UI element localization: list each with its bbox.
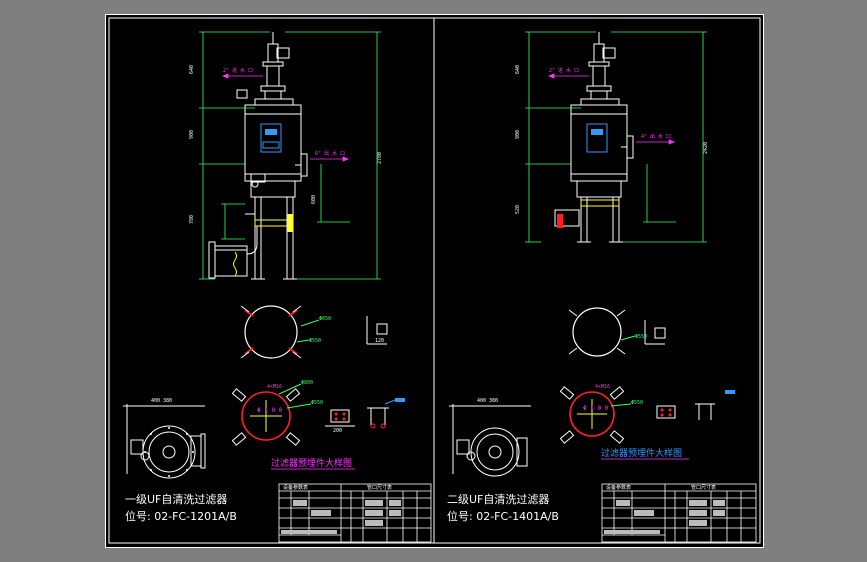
svg-text:2" 进 水 口: 2" 进 水 口 xyxy=(549,67,579,74)
right-tb-header-left: 设备参数表 xyxy=(606,484,631,491)
right-flange-plan: 400 380 xyxy=(449,398,531,477)
left-tb-header-right: 管口尺寸表 xyxy=(367,484,392,491)
svg-text:780: 780 xyxy=(189,215,195,224)
svg-text:Φ650: Φ650 xyxy=(319,316,331,322)
svg-text:Φ 1 0 0: Φ 1 0 0 xyxy=(583,405,609,412)
right-tag-number: 位号: 02-FC-1401A/B xyxy=(447,509,559,523)
svg-text:Φ800: Φ800 xyxy=(301,380,313,386)
right-elevation-view: 640 900 520 2420 2" 进 水 口 4" 出 水 口 xyxy=(515,31,709,243)
right-anchor-plan-a: Φ550 xyxy=(568,307,666,357)
right-detail-caption: 过滤器预埋件大样图 xyxy=(601,447,682,459)
right-title: 二级UF自清洗过滤器 xyxy=(447,493,549,506)
right-title-block-fill xyxy=(604,500,725,534)
svg-text:2420: 2420 xyxy=(703,142,709,154)
svg-text:Φ 1 0 0: Φ 1 0 0 xyxy=(257,407,283,414)
svg-text:900: 900 xyxy=(189,130,195,139)
svg-text:400 380: 400 380 xyxy=(151,398,172,404)
svg-text:400 380: 400 380 xyxy=(477,398,498,404)
svg-text:2" 进 水 口: 2" 进 水 口 xyxy=(223,67,253,74)
svg-text:200: 200 xyxy=(333,428,342,434)
drawing-sheet: 640 900 780 2780 600 2" 进 水 口 6" 出 水 口 Φ… xyxy=(105,14,764,548)
svg-text:640: 640 xyxy=(515,65,521,74)
svg-text:Φ550: Φ550 xyxy=(311,400,323,406)
svg-text:900: 900 xyxy=(515,130,521,139)
left-anchor-plan-b: Φ 1 0 0 4×M16 Φ800 Φ550 200 xyxy=(231,380,405,446)
right-tb-header-right: 管口尺寸表 xyxy=(691,484,716,491)
drawing-canvas: 640 900 780 2780 600 2" 进 水 口 6" 出 水 口 Φ… xyxy=(105,14,764,548)
svg-text:600: 600 xyxy=(311,195,317,204)
svg-text:4" 出 水 口: 4" 出 水 口 xyxy=(641,133,671,140)
svg-text:520: 520 xyxy=(515,205,521,214)
svg-text:Φ550: Φ550 xyxy=(631,400,643,406)
svg-text:120: 120 xyxy=(375,338,384,344)
left-title: 一级UF自清洗过滤器 xyxy=(125,493,227,506)
svg-text:Φ550: Φ550 xyxy=(309,338,321,344)
svg-text:2780: 2780 xyxy=(377,152,383,164)
left-anchor-plan-a: Φ650 Φ550 120 xyxy=(240,305,388,359)
right-anchor-plan-b: Φ 1 0 0 4×M16 Φ550 xyxy=(559,384,735,444)
left-tb-header-left: 设备参数表 xyxy=(283,484,308,491)
svg-text:640: 640 xyxy=(189,65,195,74)
left-elevation-view: 640 900 780 2780 600 2" 进 水 口 6" 出 水 口 xyxy=(189,31,383,280)
cad-viewport[interactable]: 640 900 780 2780 600 2" 进 水 口 6" 出 水 口 Φ… xyxy=(0,0,867,562)
left-detail-caption: 过滤器预埋件大样图 xyxy=(271,457,352,469)
left-tag-number: 位号: 02-FC-1201A/B xyxy=(125,509,237,523)
left-flange-plan: 400 380 xyxy=(123,398,206,479)
svg-text:6" 出 水 口: 6" 出 水 口 xyxy=(315,150,345,157)
svg-text:4×M16: 4×M16 xyxy=(595,384,610,390)
svg-text:4×M16: 4×M16 xyxy=(267,384,282,390)
